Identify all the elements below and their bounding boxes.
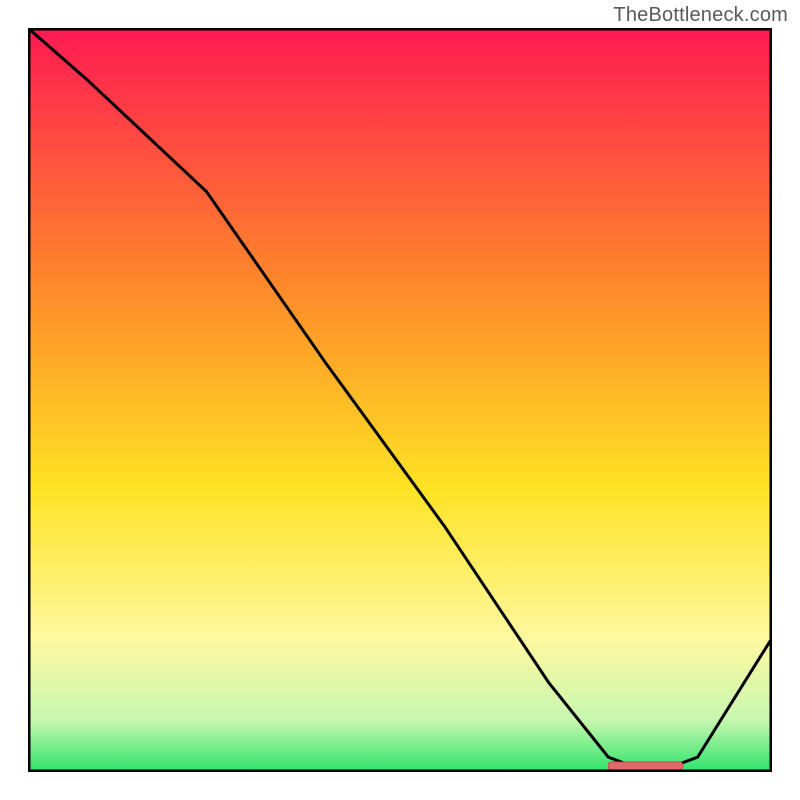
plot-area [28,28,772,772]
optimum-marker [608,762,682,770]
gradient-background [28,28,772,772]
attribution-label: TheBottleneck.com [613,4,788,27]
chart-container: TheBottleneck.com [0,0,800,800]
chart-svg [28,28,772,772]
